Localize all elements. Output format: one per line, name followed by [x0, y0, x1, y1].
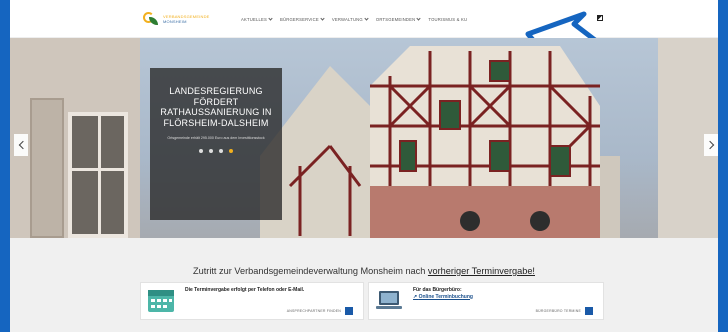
slider-dot[interactable] [209, 149, 213, 153]
chevron-down-icon [364, 16, 369, 21]
appointment-link[interactable]: vorheriger Terminvergabe! [428, 266, 535, 276]
nav-item-tourismus[interactable]: TOURISMUS & KU [428, 17, 467, 22]
find-contact-button[interactable]: ANSPRECHPARTNER FINDEN [287, 307, 353, 315]
site-header: VERBANDSGEMEINDE MONSHEIM AKTUELLES BÜRG… [10, 0, 718, 68]
slider-prev-button[interactable] [14, 134, 28, 156]
hero-photo-town-hall [260, 46, 620, 238]
logo-line2: MONSHEIM [163, 19, 187, 24]
slide-caption[interactable]: LANDESREGIERUNG FÖRDERT RATHAUSSANIERUNG… [150, 68, 282, 220]
chevron-left-icon [18, 140, 27, 150]
slider-dot[interactable] [219, 149, 223, 153]
site-logo[interactable]: VERBANDSGEMEINDE MONSHEIM [143, 12, 210, 26]
card-title: Die Terminvergabe erfolgt per Telefon od… [185, 287, 305, 293]
calendar-icon [148, 290, 174, 312]
slider-next-button[interactable] [704, 134, 718, 156]
slider-dots [150, 149, 282, 153]
hero-slider: LANDESREGIERUNG FÖRDERT RATHAUSSANIERUNG… [10, 38, 718, 238]
slider-dot-active[interactable] [229, 149, 233, 153]
nav-item-verwaltung[interactable]: VERWALTUNG [332, 16, 369, 22]
chevron-down-icon [416, 16, 422, 21]
info-card-online: Für das Bürgerbüro: ↗ Online Terminbuchu… [368, 282, 604, 320]
slide-title: LANDESREGIERUNG FÖRDERT RATHAUSSANIERUNG… [160, 86, 272, 128]
nav-item-aktuelles[interactable]: AKTUELLES [241, 16, 273, 22]
notice-section: Zutritt zur Verbandsgemeindeverwaltung M… [10, 238, 718, 332]
slide-subtitle: Ortsgemeinde erhält 295.000 Euro aus dem… [167, 136, 265, 140]
browser-viewport: VERBANDSGEMEINDE MONSHEIM AKTUELLES BÜRG… [10, 0, 718, 332]
appointment-notice: Zutritt zur Verbandsgemeindeverwaltung M… [193, 266, 535, 276]
chevron-down-icon [320, 16, 325, 21]
nav-item-buergerservice[interactable]: BÜRGERSERVICE [280, 16, 325, 22]
logo-mark-icon [143, 12, 159, 26]
nav-item-ortsgemeinden[interactable]: ORTSGEMEINDEN [376, 16, 422, 22]
main-nav: AKTUELLES BÜRGERSERVICE VERWALTUNG ORTSG… [241, 16, 467, 22]
chevron-right-icon [705, 140, 714, 150]
hero-photo-left-building [10, 38, 140, 238]
chevron-down-icon [268, 16, 273, 21]
slider-dot[interactable] [199, 149, 203, 153]
citizen-office-button[interactable]: BÜRGERBÜRO TERMINE [536, 307, 593, 315]
arrow-button-icon [585, 307, 593, 315]
laptop-icon [376, 291, 402, 309]
online-booking-link[interactable]: ↗ Online Terminbuchung [413, 294, 473, 300]
info-card-phone: Die Terminvergabe erfolgt per Telefon od… [140, 282, 364, 320]
arrow-button-icon [345, 307, 353, 315]
